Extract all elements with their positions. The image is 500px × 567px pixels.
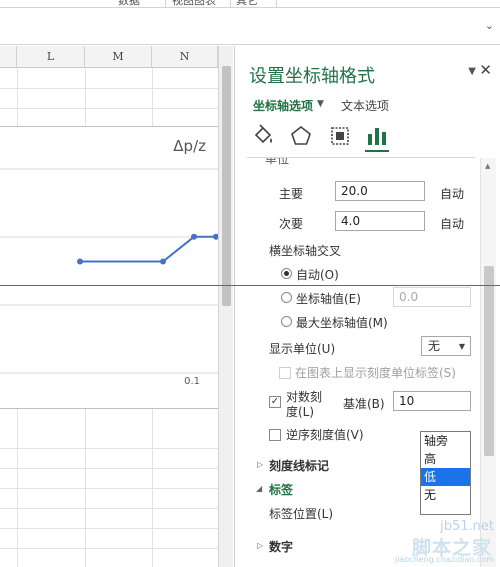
dropdown-option[interactable]: 高 <box>421 450 470 468</box>
spreadsheet-area[interactable]: L M N Δp/z 0.1 <box>0 46 233 567</box>
grid-row-line <box>0 88 218 89</box>
section-number[interactable]: 数字 <box>269 538 293 555</box>
sheet-vertical-scrollbar[interactable] <box>218 46 233 567</box>
scrollbar-thumb[interactable] <box>484 266 494 456</box>
log-scale-checkbox[interactable]: ✓ <box>269 396 281 408</box>
expand-triangle-icon[interactable]: ▷ <box>257 541 263 550</box>
data-point[interactable] <box>77 258 83 265</box>
column-header-n[interactable]: N <box>152 46 218 68</box>
pentagon-icon[interactable] <box>289 124 313 148</box>
major-unit-label: 主要 <box>279 187 304 201</box>
series-line[interactable] <box>80 235 216 263</box>
ribbon-tab[interactable]: 数据 <box>118 0 140 7</box>
minor-unit-auto[interactable]: 自动 <box>440 215 464 232</box>
axis-value-input[interactable]: 0.0 <box>393 287 471 307</box>
section-labels[interactable]: 标签 <box>269 481 293 498</box>
expand-triangle-icon[interactable]: ▷ <box>257 460 263 469</box>
display-units-label: 显示单位(U) <box>269 342 336 356</box>
dropdown-option[interactable]: 无 <box>421 486 470 504</box>
major-unit-input[interactable]: 20.0 <box>335 181 425 201</box>
pane-vertical-scrollbar[interactable]: ▲ <box>480 158 496 567</box>
data-point[interactable] <box>191 233 197 240</box>
active-tab-indicator <box>365 150 389 152</box>
fill-bucket-icon[interactable] <box>251 124 275 148</box>
tab-text-options[interactable]: 文本选项 <box>341 97 389 114</box>
column-headers: L M N <box>0 46 218 68</box>
radio-auto-label[interactable]: 自动(O) <box>296 266 339 283</box>
grid-row-line <box>0 448 218 449</box>
radio-axis-value[interactable] <box>281 292 292 303</box>
grid-row-line <box>0 468 218 469</box>
chart-tick-label: 0.1 <box>184 376 200 387</box>
cross-section-header: 横坐标轴交叉 <box>269 244 342 258</box>
reverse-order-checkbox[interactable] <box>269 429 281 441</box>
radio-max-value[interactable] <box>281 316 292 327</box>
chevron-down-icon[interactable]: ▼ <box>468 66 476 77</box>
grid-row-line <box>0 508 218 509</box>
pane-title: 设置坐标轴格式 <box>249 66 375 87</box>
base-label: 基准(B) <box>343 397 385 411</box>
column-header-l[interactable]: L <box>17 46 85 68</box>
display-units-select[interactable]: 无 ▼ <box>421 336 471 356</box>
ribbon-tab[interactable]: 其它 <box>236 0 258 7</box>
grid-row-line <box>0 488 218 489</box>
radio-max-value-label[interactable]: 最大坐标轴值(M) <box>296 314 388 331</box>
radio-auto[interactable] <box>281 268 292 279</box>
column-header-m[interactable]: M <box>85 46 152 68</box>
tab-axis-options[interactable]: 坐标轴选项 <box>253 97 313 114</box>
grid-row-line <box>0 108 218 109</box>
grid-row-line <box>0 548 218 549</box>
scroll-up-icon[interactable]: ▲ <box>485 162 490 170</box>
base-input[interactable]: 10 <box>393 391 471 411</box>
label-position-label: 标签位置(L) <box>269 507 334 521</box>
chevron-down-icon[interactable]: ▼ <box>317 99 324 109</box>
show-units-label: 在图表上显示刻度单位标签(S) <box>295 366 456 380</box>
minor-unit-label: 次要 <box>279 217 304 231</box>
ribbon-strip: 数据 视图图表 其它 <box>0 0 500 8</box>
minor-unit-input[interactable]: 4.0 <box>335 211 425 231</box>
bar-chart-icon[interactable] <box>365 124 389 148</box>
show-units-checkbox[interactable] <box>279 367 291 379</box>
ribbon-tab[interactable]: 视图图表 <box>172 0 216 7</box>
formula-bar[interactable]: ⌄ <box>0 9 500 45</box>
chevron-down-icon[interactable]: ⌄ <box>485 19 494 32</box>
units-header: 单位 <box>265 158 290 166</box>
grid-row-line <box>0 528 218 529</box>
dropdown-option-selected[interactable]: 低 <box>421 468 470 486</box>
ribbon-separator <box>165 0 166 7</box>
chart-plot <box>0 168 218 374</box>
ribbon-separator <box>230 0 231 7</box>
ribbon-separator <box>276 0 277 7</box>
reverse-order-label: 逆序刻度值(V) <box>286 428 364 442</box>
close-icon[interactable]: ✕ <box>479 61 492 79</box>
column-header-partial[interactable] <box>0 46 17 68</box>
major-unit-auto[interactable]: 自动 <box>440 185 464 202</box>
log-scale-label-2: 度(L) <box>286 405 315 419</box>
chart-title[interactable]: Δp/z <box>173 137 206 155</box>
chart-area[interactable]: Δp/z 0.1 <box>0 126 218 409</box>
radio-axis-value-label[interactable]: 坐标轴值(E) <box>296 290 361 307</box>
data-point[interactable] <box>160 258 166 265</box>
dropdown-option[interactable]: 轴旁 <box>421 432 470 450</box>
collapse-triangle-icon[interactable]: ◢ <box>256 484 262 493</box>
display-units-value: 无 <box>428 339 441 353</box>
scrollbar-thumb[interactable] <box>222 66 231 306</box>
red-guide-line <box>0 285 500 286</box>
size-properties-icon[interactable] <box>328 124 352 148</box>
section-tick-marks[interactable]: 刻度线标记 <box>269 457 329 474</box>
chevron-down-icon: ▼ <box>458 342 465 351</box>
label-position-dropdown[interactable]: 轴旁 高 低 无 <box>420 431 471 515</box>
